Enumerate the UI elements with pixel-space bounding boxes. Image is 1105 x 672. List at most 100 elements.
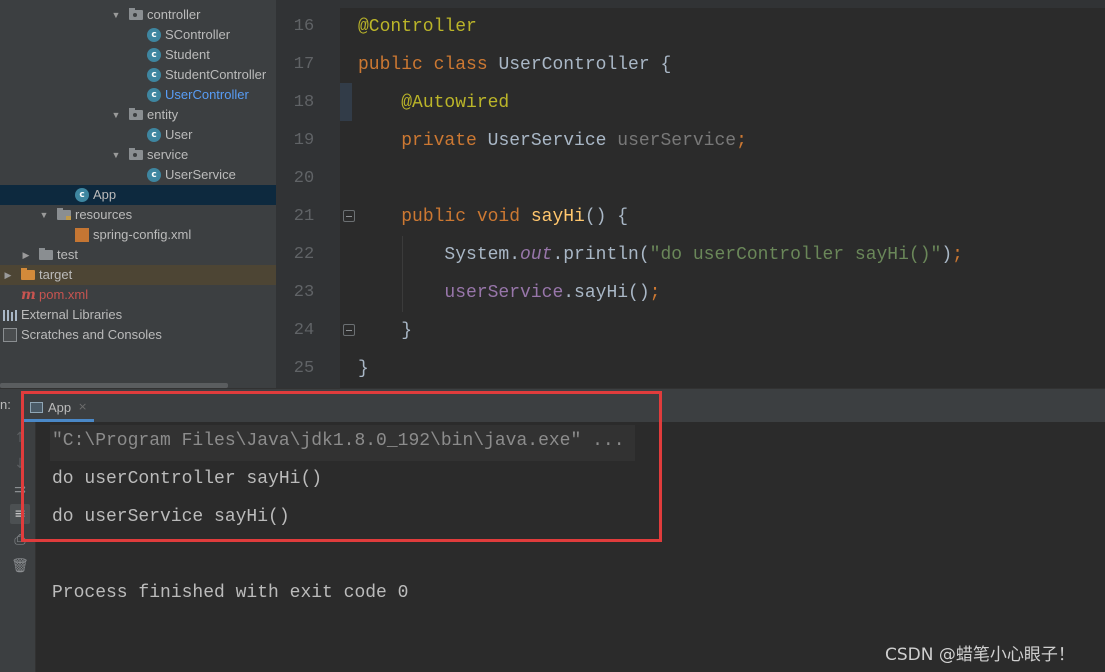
tree-item-external-libraries[interactable]: External Libraries xyxy=(0,305,276,325)
line-number: 25 xyxy=(293,359,315,378)
line-number: 16 xyxy=(293,17,315,36)
tree-item-spring-config[interactable]: spring-config.xml xyxy=(0,225,276,245)
tree-item-scratches[interactable]: Scratches and Consoles xyxy=(0,325,276,345)
code-line[interactable]: @Autowired xyxy=(358,84,509,122)
code-line[interactable]: } xyxy=(358,350,369,388)
tree-item-student[interactable]: c Student xyxy=(0,45,276,65)
line-number: 17 xyxy=(293,55,315,74)
libraries-icon xyxy=(3,308,17,322)
chevron-right-icon[interactable]: ▶ xyxy=(20,245,32,265)
class-icon: c xyxy=(147,48,161,62)
runnable-class-icon: c xyxy=(75,188,89,202)
tree-item-label: App xyxy=(93,187,117,202)
fold-collapse-icon[interactable] xyxy=(343,210,355,222)
tree-item-label: controller xyxy=(147,7,201,22)
chevron-down-icon[interactable]: ▼ xyxy=(38,205,50,225)
folder-icon xyxy=(39,248,53,260)
tree-item-app[interactable]: c App xyxy=(0,185,276,205)
code-line[interactable]: public class UserController { xyxy=(358,46,671,84)
code-token: @Autowired xyxy=(401,93,510,113)
tree-item-user[interactable]: c User xyxy=(0,125,276,145)
maven-icon: m xyxy=(21,287,36,303)
tree-item-resources[interactable]: ▼ resources xyxy=(0,205,276,225)
arrow-up-icon[interactable]: ↑ xyxy=(10,428,30,448)
class-icon: c xyxy=(147,68,161,82)
code-token: userService xyxy=(444,283,564,303)
fold-end-icon[interactable] xyxy=(343,324,355,336)
class-icon: c xyxy=(147,28,161,42)
code-token: @Controller xyxy=(358,17,477,37)
project-tree-panel: ▼ controller c SController c Student c S… xyxy=(0,0,276,388)
tree-item-label: resources xyxy=(75,207,133,222)
tree-item-label: service xyxy=(147,147,189,162)
code-token: } xyxy=(358,321,413,341)
tree-item-label: StudentController xyxy=(165,67,267,82)
tree-item-label: test xyxy=(57,247,78,262)
package-folder-icon xyxy=(129,108,143,120)
class-icon: c xyxy=(147,168,161,182)
tree-item-scontroller[interactable]: c SController xyxy=(0,25,276,45)
tree-item-controller[interactable]: ▼ controller xyxy=(0,5,276,25)
code-token: ; xyxy=(736,131,747,151)
code-token: ) xyxy=(941,245,953,265)
code-line[interactable]: System.out.println("do userController sa… xyxy=(358,236,963,274)
code-line[interactable]: userService.sayHi(); xyxy=(358,274,660,312)
class-icon: c xyxy=(147,88,161,102)
code-token: .sayHi() xyxy=(563,283,650,303)
code-line[interactable]: @Controller xyxy=(358,8,477,46)
console-icon xyxy=(30,402,43,413)
chevron-right-icon[interactable]: ▶ xyxy=(2,265,14,285)
excluded-folder-icon xyxy=(21,268,35,280)
tree-item-label: spring-config.xml xyxy=(93,227,192,242)
chevron-down-icon[interactable]: ▼ xyxy=(110,105,122,125)
code-token: UserService xyxy=(487,131,618,151)
trash-icon[interactable]: 🗑 xyxy=(10,556,30,576)
chevron-down-icon[interactable]: ▼ xyxy=(110,145,122,165)
tree-item-test[interactable]: ▶ test xyxy=(0,245,276,265)
code-token: "do userController sayHi()" xyxy=(649,245,942,265)
tab-label: App xyxy=(48,400,72,415)
close-icon[interactable]: × xyxy=(78,400,87,413)
code-line[interactable]: private UserService userService; xyxy=(358,122,747,160)
run-toolbar: ↑ ↓ ⇉ ≡ ⎙ 🗑 xyxy=(0,422,36,672)
xml-file-icon xyxy=(75,228,89,242)
scratches-icon xyxy=(3,328,17,342)
code-token: System. xyxy=(358,245,521,265)
line-number: 24 xyxy=(293,321,315,340)
code-token: sayHi xyxy=(530,207,585,227)
tree-item-label: UserController xyxy=(165,87,249,102)
chevron-down-icon[interactable]: ▼ xyxy=(110,5,122,25)
watermark: CSDN @蜡笔小心眼子！ xyxy=(885,645,1075,665)
tree-item-label: pom.xml xyxy=(39,287,89,302)
tree-item-pom[interactable]: m pom.xml xyxy=(0,285,276,305)
tree-item-usercontroller[interactable]: c UserController xyxy=(0,85,276,105)
class-icon: c xyxy=(147,128,161,142)
tree-item-studentcontroller[interactable]: c StudentController xyxy=(0,65,276,85)
code-token: () { xyxy=(584,207,629,227)
editor-top-edge xyxy=(276,0,1105,8)
tree-item-label: SController xyxy=(165,27,231,42)
current-line-marker xyxy=(340,83,352,121)
soft-wrap-icon[interactable]: ⇉ xyxy=(10,480,30,500)
print-icon[interactable]: ⎙ xyxy=(10,530,30,550)
arrow-down-icon[interactable]: ↓ xyxy=(10,454,30,474)
code-token: .println( xyxy=(552,245,650,265)
code-line[interactable]: } xyxy=(358,312,412,350)
tree-item-service[interactable]: ▼ service xyxy=(0,145,276,165)
indent-guide xyxy=(402,236,403,312)
tree-item-target[interactable]: ▶ target xyxy=(0,265,276,285)
code-token: out xyxy=(520,245,553,265)
code-token: userService xyxy=(617,131,737,151)
tree-item-label: entity xyxy=(147,107,179,122)
tree-item-userservice[interactable]: c UserService xyxy=(0,165,276,185)
code-line[interactable]: public void sayHi() { xyxy=(358,198,628,236)
tree-item-entity[interactable]: ▼ entity xyxy=(0,105,276,125)
code-token: } xyxy=(358,359,369,379)
line-number: 20 xyxy=(293,169,315,188)
scroll-to-end-icon[interactable]: ≡ xyxy=(10,504,30,524)
console-line: Process finished with exit code 0 xyxy=(52,583,409,603)
line-number: 19 xyxy=(293,131,315,150)
